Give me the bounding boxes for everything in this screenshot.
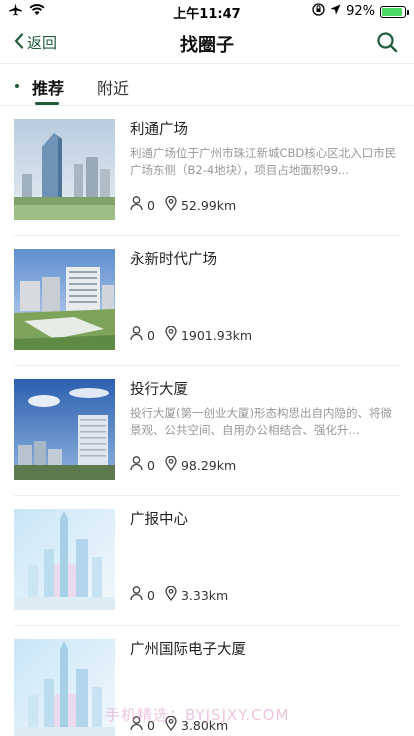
item-meta: 0 52.99km bbox=[130, 195, 237, 214]
item-title: 利通广场 bbox=[130, 122, 188, 138]
status-right: 92% bbox=[312, 3, 409, 20]
item-description bbox=[130, 535, 400, 569]
battery-icon bbox=[380, 5, 409, 18]
item-info: 投行大厦 投行大厦(第一创业大厦)形态构思出自内隐的、将微景观、公共空间、自用办… bbox=[130, 378, 400, 439]
distance: 98.29km bbox=[180, 457, 237, 473]
item-info: 永新时代广场 bbox=[130, 248, 400, 309]
item-info: 利通广场 利通广场位于广州市珠江新城CBD核心区北入口市民广场东侧（B2-4地块… bbox=[130, 118, 400, 179]
location-pin-icon bbox=[165, 455, 181, 474]
item-title: 广报中心 bbox=[130, 512, 188, 528]
item-title: 投行大厦 bbox=[130, 382, 188, 398]
location-arrow-icon bbox=[330, 4, 341, 19]
location-pin-icon bbox=[165, 325, 181, 344]
search-button[interactable] bbox=[376, 31, 398, 57]
item-description: 利通广场位于广州市珠江新城CBD核心区北入口市民广场东侧（B2-4地块），项目占… bbox=[130, 146, 397, 177]
distance: 52.99km bbox=[180, 197, 237, 213]
circle-list: 利通广场 利通广场位于广州市珠江新城CBD核心区北入口市民广场东侧（B2-4地块… bbox=[0, 106, 414, 736]
list-item[interactable]: 利通广场 利通广场位于广州市珠江新城CBD核心区北入口市民广场东侧（B2-4地块… bbox=[14, 106, 400, 236]
person-icon bbox=[130, 196, 147, 214]
active-tab-underline bbox=[35, 102, 59, 105]
tab-nearby[interactable]: 附近 bbox=[97, 75, 129, 99]
building-thumbnail bbox=[14, 119, 115, 220]
distance: 3.33km bbox=[180, 587, 229, 603]
back-button[interactable]: 返回 bbox=[14, 32, 57, 53]
item-description bbox=[130, 275, 400, 309]
distance: 1901.93km bbox=[180, 327, 253, 343]
back-label: 返回 bbox=[27, 34, 58, 52]
active-tab-dot bbox=[15, 84, 19, 88]
watermark: 手机精选：BYJSJXY.COM bbox=[105, 706, 290, 724]
member-count: 0 bbox=[147, 327, 155, 343]
member-count: 0 bbox=[147, 197, 155, 213]
person-icon bbox=[130, 456, 147, 474]
item-description: 投行大厦(第一创业大厦)形态构思出自内隐的、将微景观、公共空间、自用办公相结合、… bbox=[130, 406, 392, 437]
item-meta: 0 1901.93km bbox=[130, 325, 253, 344]
orientation-lock-icon bbox=[312, 3, 325, 20]
tab-bar: 推荐 附近 bbox=[0, 64, 414, 106]
building-thumbnail bbox=[14, 249, 115, 350]
location-pin-icon bbox=[165, 195, 181, 214]
location-pin-icon bbox=[165, 585, 181, 604]
building-thumbnail bbox=[14, 379, 115, 480]
tab-recommend[interactable]: 推荐 bbox=[32, 75, 64, 99]
item-info: 广报中心 bbox=[130, 508, 400, 569]
member-count: 0 bbox=[147, 457, 155, 473]
nav-bar: 返回 找圈子 bbox=[0, 22, 414, 64]
building-thumbnail bbox=[14, 509, 115, 610]
list-item[interactable]: 投行大厦 投行大厦(第一创业大厦)形态构思出自内隐的、将微景观、公共空间、自用办… bbox=[14, 366, 400, 496]
item-title: 永新时代广场 bbox=[130, 252, 217, 268]
item-info: 广州国际电子大厦 bbox=[130, 638, 400, 699]
status-bar: 上午11:47 92% bbox=[0, 0, 414, 22]
item-meta: 0 98.29km bbox=[130, 455, 237, 474]
member-count: 0 bbox=[147, 587, 155, 603]
page-title: 找圈子 bbox=[180, 35, 234, 56]
item-title: 广州国际电子大厦 bbox=[130, 642, 246, 658]
list-item[interactable]: 永新时代广场 0 1901.93km bbox=[14, 236, 400, 366]
chevron-left-icon bbox=[14, 32, 24, 53]
person-icon bbox=[130, 586, 147, 604]
search-icon bbox=[376, 32, 398, 57]
building-thumbnail bbox=[14, 639, 115, 736]
item-description bbox=[130, 665, 400, 699]
person-icon bbox=[130, 326, 147, 344]
list-item[interactable]: 广报中心 0 3.33km bbox=[14, 496, 400, 626]
battery-percent: 92% bbox=[346, 4, 375, 19]
item-meta: 0 3.33km bbox=[130, 585, 229, 604]
